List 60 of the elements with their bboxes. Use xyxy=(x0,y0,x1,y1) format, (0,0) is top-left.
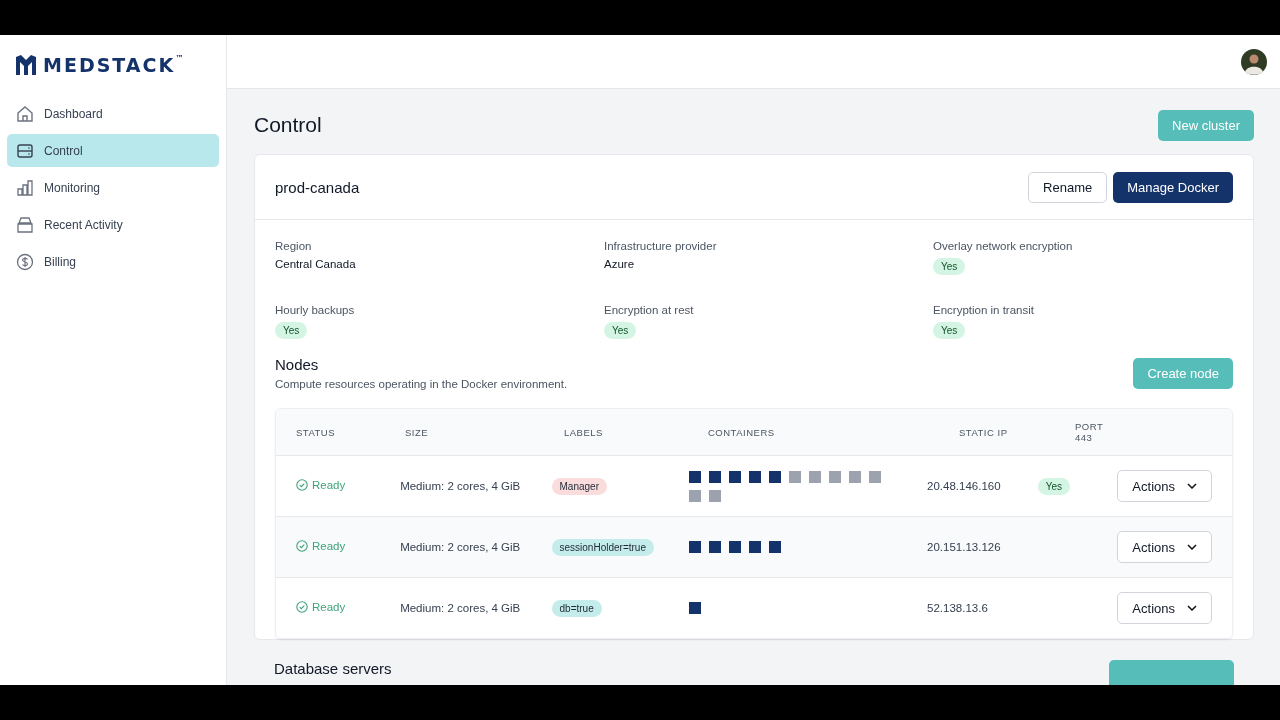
dollar-icon xyxy=(16,252,34,271)
field-label: Encryption at rest xyxy=(604,304,694,316)
table-cell: 20.48.146.160 xyxy=(927,480,1001,492)
status-text: Ready xyxy=(296,479,346,491)
field-label: Region xyxy=(275,240,312,252)
field-label: Infrastructure provider xyxy=(604,240,717,252)
column-header: STATUS xyxy=(295,426,337,438)
actions-dropdown[interactable]: Actions xyxy=(1117,592,1212,624)
table-cell: 20.151.13.126 xyxy=(927,541,1001,553)
bar-chart-icon xyxy=(16,178,34,197)
field-label: Overlay network encryption xyxy=(933,240,1073,252)
field-label: Encryption in transit xyxy=(933,304,1034,316)
field-value: Central Canada xyxy=(275,258,356,270)
yes-badge: Yes xyxy=(933,322,966,339)
section-title: Nodes xyxy=(275,356,320,373)
sidebar-item[interactable]: Control xyxy=(7,134,219,167)
node-label-tag: sessionHolder=true xyxy=(551,539,654,556)
manage-docker-button[interactable]: Manage Docker xyxy=(1113,171,1233,203)
actions-dropdown[interactable]: Actions xyxy=(1117,470,1212,502)
server-icon xyxy=(16,141,34,160)
yes-badge: Yes xyxy=(275,322,308,339)
sidebar-item[interactable]: Billing xyxy=(7,245,219,278)
table-cell: 52.138.13.6 xyxy=(927,602,988,614)
node-label-tag: Manager xyxy=(551,478,607,495)
check-circle-icon xyxy=(296,601,308,613)
column-header: PORT 443 xyxy=(1074,421,1105,443)
chevron-down-icon xyxy=(1187,605,1197,611)
node-label-tag: db=true xyxy=(551,600,602,617)
table-cell: Medium: 2 cores, 4 GiB xyxy=(400,541,521,553)
sidebar-item[interactable]: Monitoring xyxy=(7,171,219,204)
status-text: Ready xyxy=(296,601,346,613)
yes-badge: Yes xyxy=(604,322,637,339)
sidebar-item[interactable]: Dashboard xyxy=(7,97,219,130)
stack-icon xyxy=(16,215,34,234)
page-title: Control xyxy=(254,113,322,137)
field-label: Hourly backups xyxy=(275,304,355,316)
check-circle-icon xyxy=(296,479,308,491)
field-value: Azure xyxy=(604,258,635,270)
status-text: Ready xyxy=(296,540,346,552)
sidebar-item[interactable]: Recent Activity xyxy=(7,208,219,241)
cluster-name: prod-canada xyxy=(275,178,360,196)
section-title: Database servers xyxy=(274,660,392,677)
section-description: Compute resources operating in the Docker environment. xyxy=(275,378,568,390)
column-header: LABELS xyxy=(563,426,604,438)
brand-name: MEDSTACK$^{™}$ xyxy=(43,54,184,76)
chevron-down-icon xyxy=(1187,483,1197,489)
table-cell: Medium: 2 cores, 4 GiB xyxy=(400,602,521,614)
actions-dropdown[interactable]: Actions xyxy=(1117,531,1212,563)
logo-icon xyxy=(15,54,37,76)
table-cell: Medium: 2 cores, 4 GiB xyxy=(400,480,521,492)
chevron-down-icon xyxy=(1187,544,1197,550)
column-header: CONTAINERS xyxy=(707,426,776,438)
user-avatar[interactable] xyxy=(1241,48,1267,75)
check-circle-icon xyxy=(296,540,308,552)
home-icon xyxy=(16,104,34,123)
yes-badge: Yes xyxy=(933,258,966,275)
column-header: SIZE xyxy=(404,426,430,438)
yes-badge: Yes xyxy=(1037,478,1071,495)
rename-button[interactable]: Rename xyxy=(1028,171,1108,203)
column-header: STATIC IP xyxy=(958,426,1009,438)
